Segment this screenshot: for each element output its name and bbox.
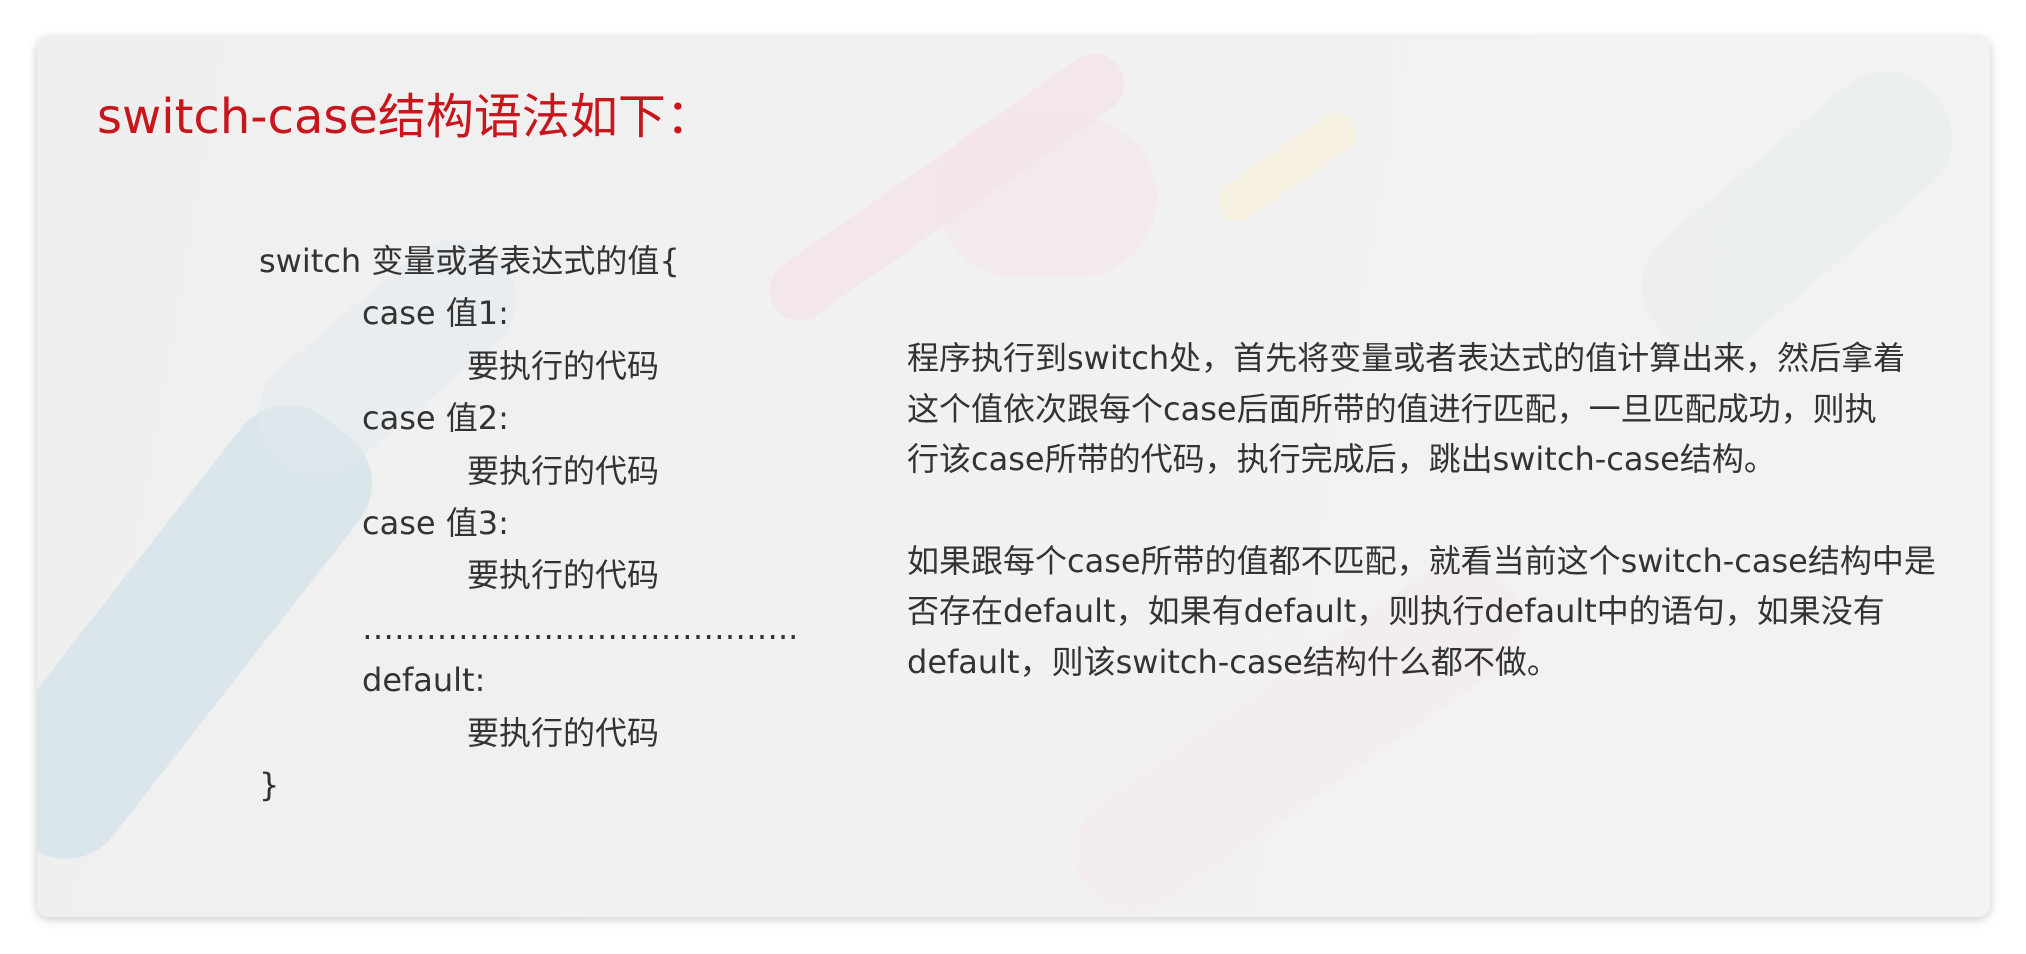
code-line: case 值3: — [362, 503, 509, 542]
description-paragraph: 程序执行到switch处，首先将变量或者表达式的值计算出来，然后拿着这个值依次跟… — [907, 339, 1906, 478]
code-line: } — [259, 765, 280, 804]
decorative-shape — [1209, 104, 1365, 230]
code-line: case 值2: — [362, 399, 509, 438]
description: 程序执行到switch处，首先将变量或者表达式的值计算出来，然后拿着这个值依次跟… — [907, 333, 1967, 687]
slide: switch-case结构语法如下： switch 变量或者表达式的值{ cas… — [37, 37, 1990, 917]
description-paragraph: 如果跟每个case所带的值都不匹配，就看当前这个switch-case结构中是否… — [907, 541, 1936, 681]
code-line: 要执行的代码 — [467, 556, 660, 595]
code-line: default: — [362, 661, 486, 700]
code-line: 要执行的代码 — [467, 451, 660, 490]
decorative-shape — [937, 117, 1157, 277]
code-line: 要执行的代码 — [467, 346, 660, 385]
syntax-code-block: switch 变量或者表达式的值{ case 值1: 要执行的代码 case 值… — [259, 235, 798, 811]
code-line: 要执行的代码 — [467, 713, 660, 752]
code-line: switch 变量或者表达式的值{ — [259, 242, 680, 280]
decorative-shape — [757, 41, 1137, 333]
decorative-shape — [1617, 46, 1977, 378]
code-line: case 值1: — [362, 294, 509, 333]
slide-title: switch-case结构语法如下： — [97, 89, 714, 145]
code-line: ………………………………….. — [362, 608, 799, 647]
